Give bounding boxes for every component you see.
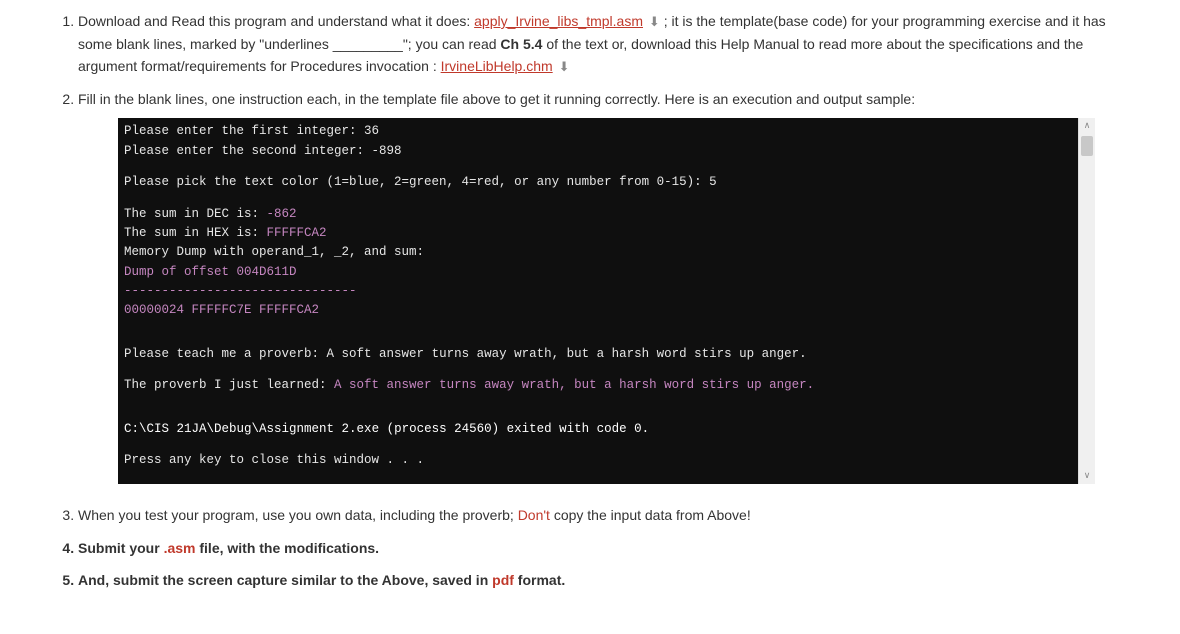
- console-line: Dump of offset 004D611D: [124, 265, 297, 279]
- console-value: A soft answer turns away wrath, but a ha…: [334, 378, 814, 392]
- console-container: Please enter the first integer: 36 Pleas…: [118, 118, 1078, 484]
- item3-pre: When you test your program, use you own …: [78, 507, 518, 523]
- link-template-asm[interactable]: apply_Irvine_libs_tmpl.asm: [474, 13, 643, 29]
- console-line: Please enter the second integer:: [124, 144, 372, 158]
- console-line: 21JA\Debug\Assignment 2.exe (process 245…: [177, 422, 552, 436]
- console-user-input: 36: [364, 124, 379, 138]
- instruction-item-5: And, submit the screen capture similar t…: [78, 569, 1130, 591]
- item4-emphasis: .asm: [164, 540, 196, 556]
- console-user-input: 5: [709, 175, 717, 189]
- instruction-item-1: Download and Read this program and under…: [78, 10, 1130, 78]
- item3-emphasis: Don't: [518, 507, 550, 523]
- item4-pre: Submit your: [78, 540, 164, 556]
- item4-post: file, with the modifications.: [195, 540, 379, 556]
- console-line: Memory Dump with operand_1, _2, and sum:: [124, 245, 424, 259]
- console-user-input: -898: [372, 144, 402, 158]
- console-line: The sum in DEC is:: [124, 207, 259, 221]
- chapter-ref: Ch 5.4: [500, 36, 542, 52]
- console-line: Please teach me a proverb:: [124, 347, 327, 361]
- scrollbar[interactable]: ∧ ∨: [1078, 118, 1095, 484]
- item3-post: copy the input data from Above!: [550, 507, 751, 523]
- console-line: Please pick the text color (1=blue, 2=gr…: [124, 175, 709, 189]
- console-value: FFFFFCA2: [267, 226, 327, 240]
- console-value: -862: [259, 207, 297, 221]
- instruction-item-2: Fill in the blank lines, one instruction…: [78, 88, 1130, 484]
- console-line: code: [597, 422, 635, 436]
- console-line: CIS: [147, 422, 177, 436]
- item5-emphasis: pdf: [492, 572, 514, 588]
- scroll-up-icon[interactable]: ∧: [1079, 118, 1095, 134]
- console-line: 00000024 FFFFFC7E FFFFFCA2: [124, 303, 319, 317]
- console-line: The proverb I just learned:: [124, 378, 334, 392]
- link-help-chm[interactable]: IrvineLibHelp.chm: [441, 58, 553, 74]
- item5-pre: And, submit the screen capture similar t…: [78, 572, 492, 588]
- console-user-input: A soft answer turns away wrath, but a ha…: [327, 347, 807, 361]
- console-line: Please enter the first integer:: [124, 124, 364, 138]
- instruction-item-3: When you test your program, use you own …: [78, 504, 1130, 526]
- scroll-thumb[interactable]: [1081, 136, 1093, 156]
- instruction-list: Download and Read this program and under…: [50, 10, 1130, 591]
- console-output: Please enter the first integer: 36 Pleas…: [118, 118, 1078, 484]
- item1-text-pre: Download and Read this program and under…: [78, 13, 474, 29]
- item5-post: format.: [514, 572, 565, 588]
- console-line: -------------------------------: [124, 284, 357, 298]
- console-line: 0.: [634, 422, 649, 436]
- download-icon[interactable]: ⬇: [559, 57, 570, 78]
- instruction-item-4: Submit your .asm file, with the modifica…: [78, 537, 1130, 559]
- download-icon[interactable]: ⬇: [649, 12, 660, 33]
- console-line: Press any key to close this window . . .: [124, 453, 424, 467]
- console-line: The sum in HEX is:: [124, 226, 267, 240]
- console-line: C:\: [124, 422, 147, 436]
- console-line: with: [552, 422, 597, 436]
- item2-text: Fill in the blank lines, one instruction…: [78, 91, 915, 107]
- scroll-down-icon[interactable]: ∨: [1079, 468, 1095, 484]
